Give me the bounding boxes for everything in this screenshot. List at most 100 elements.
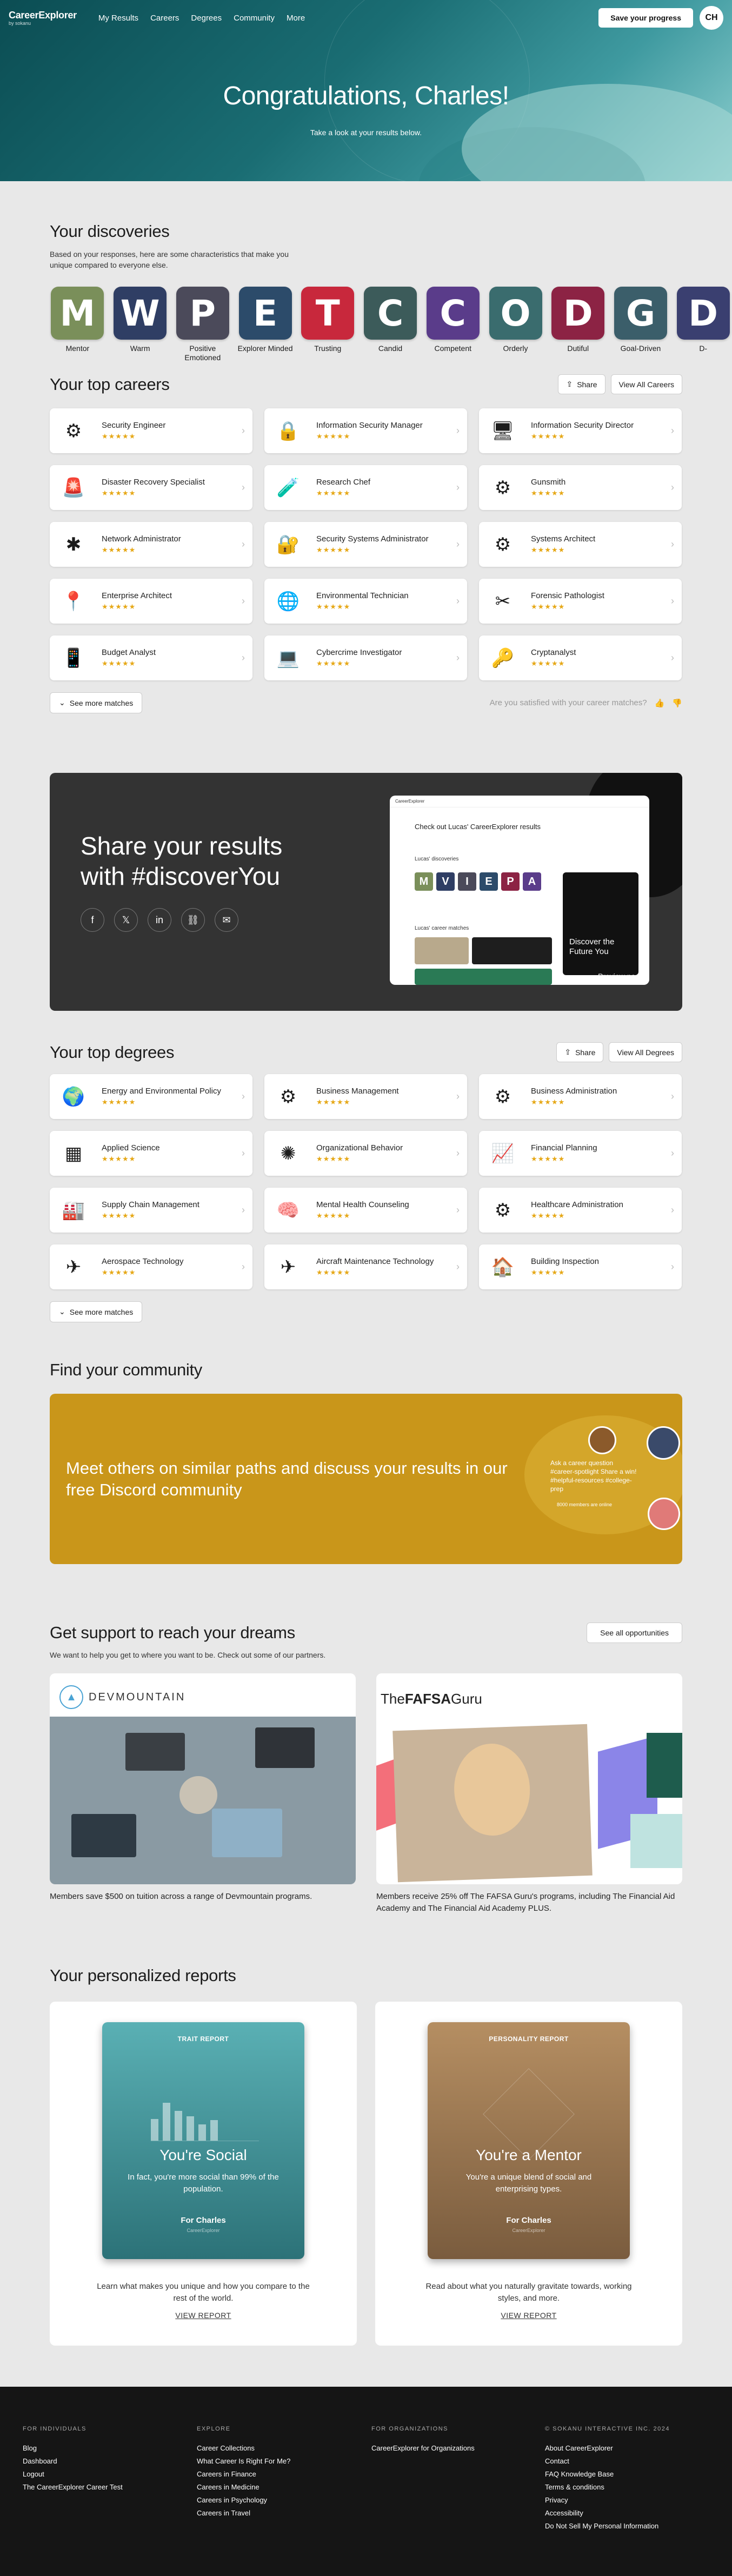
discovery-tile[interactable]: T Trusting xyxy=(300,287,356,362)
discovery-tile[interactable]: C Competent xyxy=(425,287,481,362)
view-personality-report-link[interactable]: VIEW REPORT xyxy=(375,2311,682,2320)
degree-card[interactable]: ▦ Applied Science ★★★★★ › xyxy=(50,1131,252,1176)
footer-link[interactable]: Careers in Psychology xyxy=(197,2494,290,2507)
rating-stars: ★★★★★ xyxy=(102,1155,136,1163)
discovery-tile[interactable]: C Candid xyxy=(363,287,418,362)
discovery-tile[interactable]: E Explorer Minded xyxy=(237,287,293,362)
view-trait-report-link[interactable]: VIEW REPORT xyxy=(50,2311,357,2320)
trait-report-card[interactable]: TRAIT REPORT You're Social In fact, you'… xyxy=(50,2002,357,2346)
share-degrees-button[interactable]: ⇪ Share xyxy=(556,1042,604,1062)
degree-card[interactable]: ⚙ Business Management ★★★★★ › xyxy=(264,1074,467,1119)
footer-link[interactable]: Logout xyxy=(23,2468,123,2481)
discovery-tile[interactable]: G Goal-Driven xyxy=(613,287,669,362)
footer-link[interactable]: Careers in Finance xyxy=(197,2468,290,2481)
career-card[interactable]: ⚙ Security Engineer ★★★★★ › xyxy=(50,408,252,453)
footer-link[interactable]: Contact xyxy=(545,2455,670,2468)
see-more-careers-button[interactable]: ⌄ See more matches xyxy=(50,692,143,713)
rating-stars: ★★★★★ xyxy=(531,432,565,440)
partner-fafsa-guru[interactable]: TheFAFSAGuru Members receive 25% off The… xyxy=(376,1673,682,1915)
satisfied-question: Are you satisfied with your career match… xyxy=(489,698,647,707)
discovery-tile[interactable]: O Orderly xyxy=(488,287,543,362)
career-card[interactable]: ✱ Network Administrator ★★★★★ › xyxy=(50,522,252,567)
facebook-icon[interactable]: f xyxy=(81,908,104,932)
career-card[interactable]: ⚙ Gunsmith ★★★★★ › xyxy=(479,465,682,510)
footer-link[interactable]: Terms & conditions xyxy=(545,2481,670,2494)
view-all-careers-button[interactable]: View All Careers xyxy=(610,374,682,394)
footer-link[interactable]: Accessibility xyxy=(545,2507,670,2520)
discord-banner[interactable]: Meet others on similar paths and discuss… xyxy=(50,1394,682,1564)
chevron-right-icon: › xyxy=(242,1261,245,1272)
career-card[interactable]: 🚨 Disaster Recovery Specialist ★★★★★ › xyxy=(50,465,252,510)
preview-page-link[interactable]: Preview page xyxy=(598,972,644,981)
career-card[interactable]: 🔑 Cryptanalyst ★★★★★ › xyxy=(479,635,682,680)
nav-careers[interactable]: Careers xyxy=(150,14,179,23)
nav-degrees[interactable]: Degrees xyxy=(191,14,222,23)
career-card[interactable]: ✂ Forensic Pathologist ★★★★★ › xyxy=(479,579,682,624)
degree-card[interactable]: ⚙ Business Administration ★★★★★ › xyxy=(479,1074,682,1119)
footer-link[interactable]: Blog xyxy=(23,2442,123,2455)
rating-stars: ★★★★★ xyxy=(316,1268,351,1276)
discovery-tile[interactable]: M Mentor xyxy=(50,287,105,362)
discovery-letter: O xyxy=(489,287,542,340)
see-all-opportunities-button[interactable]: See all opportunities xyxy=(587,1623,682,1643)
degree-card[interactable]: 🏠 Building Inspection ★★★★★ › xyxy=(479,1244,682,1289)
nav-more[interactable]: More xyxy=(287,14,305,23)
mountain-icon: ▲ xyxy=(59,1685,83,1709)
card-name: Security Systems Administrator xyxy=(316,534,429,544)
discovery-letter: W xyxy=(114,287,167,340)
avatar[interactable]: CH xyxy=(700,6,723,30)
degree-card[interactable]: ✈ Aerospace Technology ★★★★★ › xyxy=(50,1244,252,1289)
footer-link[interactable]: FAQ Knowledge Base xyxy=(545,2468,670,2481)
personality-report-card[interactable]: PERSONALITY REPORT You're a Mentor You'r… xyxy=(375,2002,682,2346)
career-card[interactable]: 📱 Budget Analyst ★★★★★ › xyxy=(50,635,252,680)
degree-card[interactable]: ✺ Organizational Behavior ★★★★★ › xyxy=(264,1131,467,1176)
discovery-tile[interactable]: W Warm xyxy=(112,287,168,362)
career-card[interactable]: 📍 Enterprise Architect ★★★★★ › xyxy=(50,579,252,624)
footer-link[interactable]: The CareerExplorer Career Test xyxy=(23,2481,123,2494)
email-icon[interactable]: ✉ xyxy=(215,908,238,932)
partner-devmountain[interactable]: ▲ DEVMOUNTAIN Members save $500 on tuiti… xyxy=(50,1673,356,1915)
degree-card[interactable]: 🏭 Supply Chain Management ★★★★★ › xyxy=(50,1188,252,1233)
discovery-tile[interactable]: P Positive Emotioned xyxy=(175,287,230,362)
share-careers-button[interactable]: ⇪ Share xyxy=(558,374,605,394)
degree-card[interactable]: ✈ Aircraft Maintenance Technology ★★★★★ › xyxy=(264,1244,467,1289)
twitter-icon[interactable]: 𝕏 xyxy=(114,908,138,932)
see-more-degrees-button[interactable]: ⌄ See more matches xyxy=(50,1301,143,1322)
nav-my-results[interactable]: My Results xyxy=(98,14,138,23)
discovery-tile[interactable]: D Dutiful xyxy=(550,287,606,362)
footer-link[interactable]: Careers in Travel xyxy=(197,2507,290,2520)
discovery-tile[interactable]: D D- xyxy=(675,287,731,362)
chevron-right-icon: › xyxy=(671,425,674,436)
thumbs-up-icon[interactable]: 👍 xyxy=(655,698,665,708)
nav-community[interactable]: Community xyxy=(234,14,275,23)
rating-stars: ★★★★★ xyxy=(102,1268,136,1276)
degree-card[interactable]: 📈 Financial Planning ★★★★★ › xyxy=(479,1131,682,1176)
careers-title: Your top careers xyxy=(50,374,170,394)
footer-link[interactable]: What Career Is Right For Me? xyxy=(197,2455,290,2468)
footer-link[interactable]: Career Collections xyxy=(197,2442,290,2455)
degree-card[interactable]: ⚙ Healthcare Administration ★★★★★ › xyxy=(479,1188,682,1233)
career-card[interactable]: 🔐 Security Systems Administrator ★★★★★ › xyxy=(264,522,467,567)
career-card[interactable]: 🖥 Information Security Director ★★★★★ › xyxy=(479,408,682,453)
thumbs-down-icon[interactable]: 👎 xyxy=(672,698,682,708)
degree-card[interactable]: 🧠 Mental Health Counseling ★★★★★ › xyxy=(264,1188,467,1233)
view-all-degrees-button[interactable]: View All Degrees xyxy=(609,1042,682,1062)
footer-link[interactable]: About CareerExplorer xyxy=(545,2442,670,2455)
career-card[interactable]: 💻 Cybercrime Investigator ★★★★★ › xyxy=(264,635,467,680)
rating-stars: ★★★★★ xyxy=(102,1211,136,1220)
logo[interactable]: CareerExplorer by sokanu xyxy=(9,10,77,26)
link-icon[interactable]: ⛓ xyxy=(181,908,205,932)
footer-link[interactable]: CareerExplorer for Organizations xyxy=(371,2442,475,2455)
career-card[interactable]: 🧪 Research Chef ★★★★★ › xyxy=(264,465,467,510)
linkedin-icon[interactable]: in xyxy=(148,908,171,932)
career-card[interactable]: 🔒 Information Security Manager ★★★★★ › xyxy=(264,408,467,453)
footer-link[interactable]: Do Not Sell My Personal Information xyxy=(545,2520,670,2533)
degree-card[interactable]: 🌍 Energy and Environmental Policy ★★★★★ › xyxy=(50,1074,252,1119)
save-progress-button[interactable]: Save your progress xyxy=(598,8,693,28)
footer-link[interactable]: Dashboard xyxy=(23,2455,123,2468)
footer-link[interactable]: Careers in Medicine xyxy=(197,2481,290,2494)
mock-discovery-letter: I xyxy=(458,872,476,891)
career-card[interactable]: ⚙ Systems Architect ★★★★★ › xyxy=(479,522,682,567)
career-card[interactable]: 🌐 Environmental Technician ★★★★★ › xyxy=(264,579,467,624)
footer-link[interactable]: Privacy xyxy=(545,2494,670,2507)
